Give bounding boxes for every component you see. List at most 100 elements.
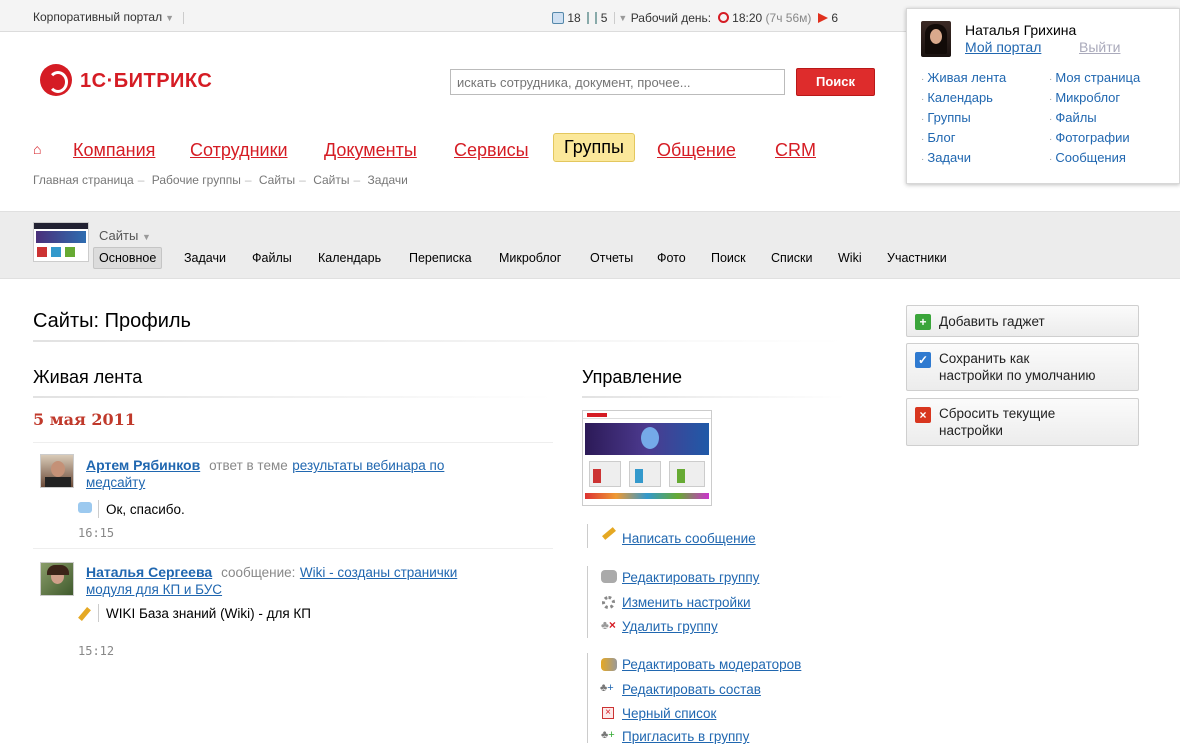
- workday-elapsed: (7ч 56м): [765, 10, 812, 25]
- tab-photo[interactable]: Фото: [652, 248, 691, 268]
- divider: [587, 524, 588, 548]
- nav-services[interactable]: Сервисы: [454, 140, 529, 161]
- entry-author[interactable]: Артем Рябинков: [86, 457, 200, 473]
- workday-time[interactable]: 18:20: [732, 11, 762, 25]
- change-settings-link[interactable]: Изменить настройки: [622, 595, 751, 610]
- group-switcher[interactable]: Сайты ▼: [99, 228, 151, 243]
- plus-icon: +: [915, 314, 931, 330]
- pencil-icon: [602, 527, 616, 540]
- home-icon[interactable]: ⌂: [33, 141, 47, 157]
- edit-moderators-link[interactable]: Редактировать модераторов: [622, 657, 801, 672]
- entry-topic[interactable]: результаты вебинара по: [292, 458, 444, 473]
- add-gadget-label: Добавить гаджет: [939, 314, 1045, 329]
- entry-topic[interactable]: Wiki - созданы странички: [300, 565, 457, 580]
- reset-settings-label: Сбросить текущие: [939, 406, 1056, 421]
- add-gadget-button[interactable]: + Добавить гаджет: [906, 305, 1139, 337]
- entry-body: WIKI База знаний (Wiki) - для КП: [106, 606, 311, 621]
- entry-topic-cont[interactable]: медсайту: [86, 475, 145, 490]
- breadcrumb: Главная страница – Рабочие группы – Сайты –…: [33, 173, 408, 187]
- crumb-tasks[interactable]: Задачи: [368, 173, 408, 187]
- tab-files[interactable]: Файлы: [247, 248, 297, 268]
- manage-divider: [582, 396, 845, 398]
- nav-employees[interactable]: Сотрудники: [190, 140, 288, 161]
- invite-icon: ♣+: [601, 729, 615, 741]
- user-link-calendar[interactable]: · Календарь: [921, 89, 1006, 109]
- chevron-down-icon: ▼: [141, 232, 151, 242]
- blacklist-icon: ×: [602, 707, 614, 719]
- user-links-right: · Моя страница · Микроблог · Файлы · Фотогра…: [1049, 69, 1140, 169]
- avatar[interactable]: [921, 21, 951, 57]
- author-avatar[interactable]: [40, 454, 74, 488]
- save-default-button[interactable]: ✓ Сохранить как настройки по умолчанию: [906, 343, 1139, 391]
- workday-label[interactable]: Рабочий день:: [631, 11, 711, 25]
- list-count[interactable]: 5: [601, 11, 608, 25]
- tab-microblog[interactable]: Микроблог: [494, 248, 566, 268]
- logout-link[interactable]: Выйти: [1079, 39, 1120, 55]
- members-icon: ♣+: [600, 682, 614, 694]
- nav-crm[interactable]: CRM: [775, 140, 816, 161]
- user-link-feed[interactable]: · Живая лента: [921, 69, 1006, 89]
- user-link-photos[interactable]: · Фотографии: [1049, 129, 1140, 149]
- user-link-files[interactable]: · Файлы: [1049, 109, 1140, 129]
- messages-icon[interactable]: [552, 11, 564, 24]
- user-link-tasks[interactable]: · Задачи: [921, 149, 1006, 169]
- search-button[interactable]: Поиск: [796, 68, 875, 96]
- gear-icon: [602, 596, 615, 609]
- reset-settings-button[interactable]: × Сбросить текущие настройки: [906, 398, 1139, 446]
- tab-wiki[interactable]: Wiki: [833, 248, 867, 268]
- list-icon[interactable]: [587, 11, 598, 24]
- messages-count[interactable]: 18: [567, 11, 580, 25]
- feed-entry: Наталья Сергеева сообщение: Wiki - созда…: [40, 562, 553, 662]
- nav-company[interactable]: Компания: [73, 140, 155, 161]
- tab-calendar[interactable]: Календарь: [313, 248, 386, 268]
- tab-correspondence[interactable]: Переписка: [404, 248, 477, 268]
- check-icon: ✓: [915, 352, 931, 368]
- portal-label: Корпоративный портал: [33, 10, 163, 24]
- delete-group-link[interactable]: Удалить группу: [622, 619, 718, 634]
- group-bar: Сайты ▼ Основное Задачи Файлы Календарь …: [0, 211, 1180, 279]
- edit-members-link[interactable]: Редактировать состав: [622, 682, 761, 697]
- group-thumbnail[interactable]: [33, 222, 89, 262]
- flag-icon[interactable]: [818, 12, 829, 23]
- portal-switcher[interactable]: Корпоративный портал ▼: [33, 10, 185, 24]
- nav-groups[interactable]: Группы: [553, 133, 635, 162]
- tab-reports[interactable]: Отчеты: [585, 248, 638, 268]
- tab-main[interactable]: Основное: [93, 247, 163, 269]
- manage-title: Управление: [582, 367, 683, 387]
- entry-topic-cont[interactable]: модуля для КП и БУС: [86, 582, 222, 597]
- user-link-groups[interactable]: · Группы: [921, 109, 1006, 129]
- blacklist-link[interactable]: Черный список: [622, 706, 716, 721]
- search-input[interactable]: [450, 69, 785, 95]
- tab-lists[interactable]: Списки: [766, 248, 817, 268]
- user-link-blog[interactable]: · Блог: [921, 129, 1006, 149]
- crumb-sites[interactable]: Сайты: [259, 173, 295, 187]
- entry-author[interactable]: Наталья Сергеева: [86, 564, 212, 580]
- logo-text: 1С·БИТРИКС: [80, 70, 213, 92]
- write-message-link[interactable]: Написать сообщение: [622, 531, 756, 546]
- feed-date: 5 мая 2011: [33, 410, 136, 429]
- author-avatar[interactable]: [40, 562, 74, 596]
- delete-group-icon: ♣×: [601, 618, 616, 632]
- user-link-microblog[interactable]: · Микроблог: [1049, 89, 1140, 109]
- tab-search[interactable]: Поиск: [706, 248, 751, 268]
- moderators-icon: [601, 658, 617, 671]
- edit-group-link[interactable]: Редактировать группу: [622, 570, 759, 585]
- feed-title: Живая лента: [33, 367, 143, 387]
- crumb-workgroups[interactable]: Рабочие группы: [152, 173, 241, 187]
- flags-count[interactable]: 6: [831, 11, 838, 25]
- user-link-messages[interactable]: · Сообщения: [1049, 149, 1140, 169]
- comment-icon: [78, 502, 92, 513]
- crumb-home[interactable]: Главная страница: [33, 173, 134, 187]
- nav-documents[interactable]: Документы: [324, 140, 417, 161]
- divider: [587, 653, 588, 743]
- my-portal-link[interactable]: Мой портал: [965, 39, 1041, 55]
- divider: [33, 442, 553, 443]
- nav-communication[interactable]: Общение: [657, 140, 736, 161]
- tab-members[interactable]: Участники: [882, 248, 952, 268]
- user-name: Наталья Грихина: [965, 22, 1077, 38]
- crumb-sites-2[interactable]: Сайты: [313, 173, 349, 187]
- user-link-my-page[interactable]: · Моя страница: [1049, 69, 1140, 89]
- invite-link[interactable]: Пригласить в группу: [622, 729, 749, 744]
- chevron-down-icon: ▼: [165, 13, 174, 23]
- tab-tasks[interactable]: Задачи: [179, 248, 231, 268]
